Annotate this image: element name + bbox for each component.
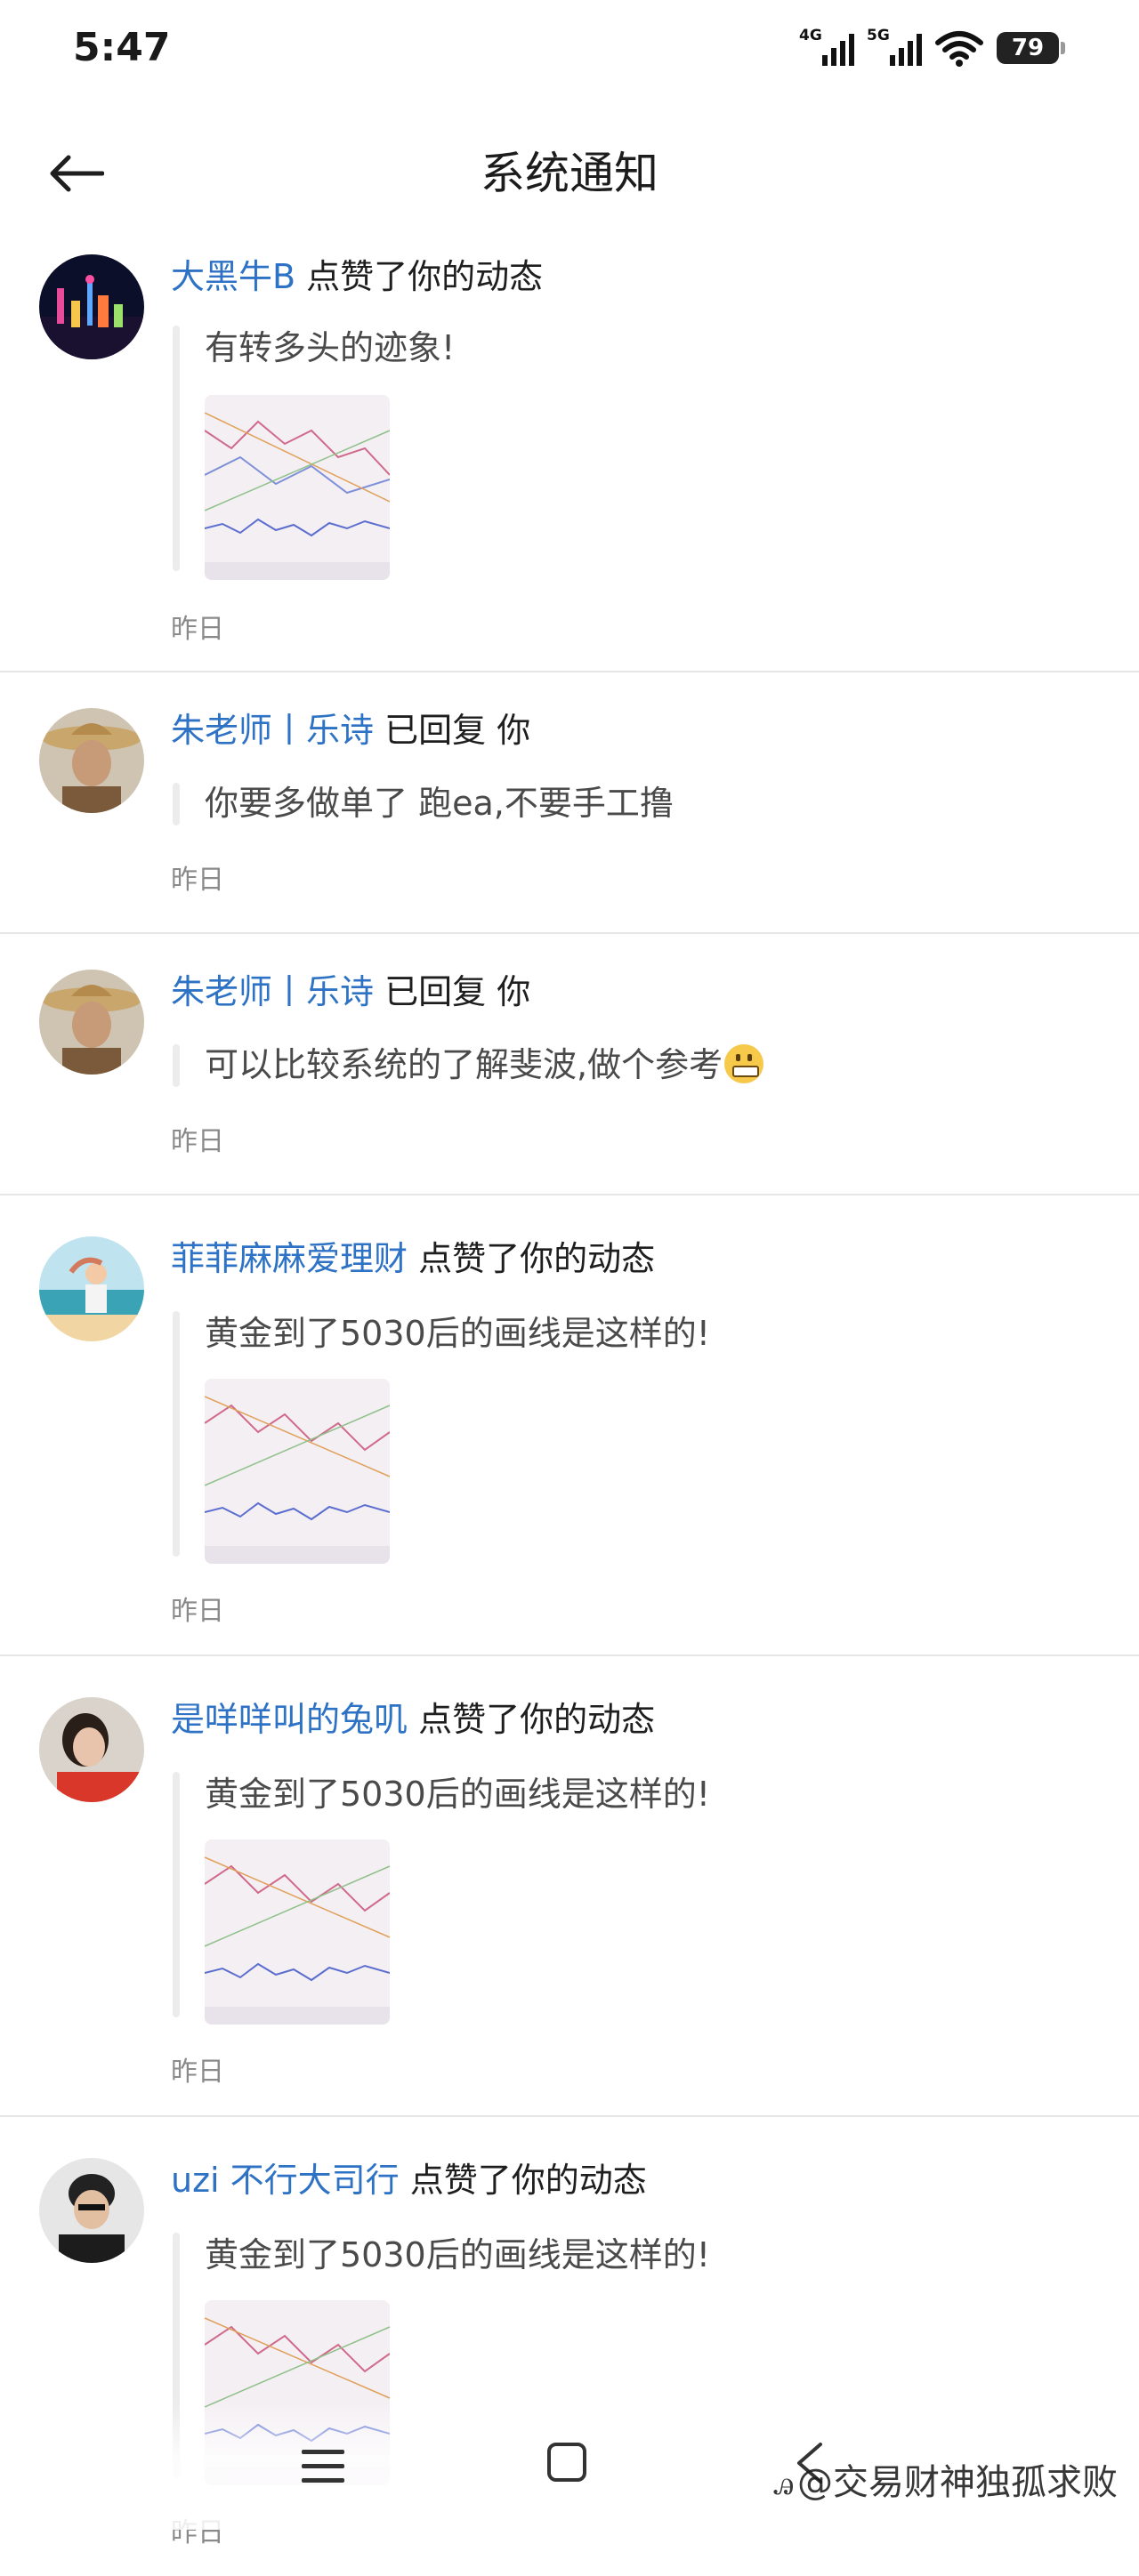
platform-logo-icon: ꭿ xyxy=(773,2463,794,2502)
notification-list: 大黑牛B 点赞了你的动态 有转多头的迹象! 昨日 朱老师丨乐诗 已回复 你 你要… xyxy=(0,240,1139,2576)
avatar[interactable] xyxy=(39,1236,144,1341)
action-text: 点赞了你的动态 xyxy=(409,2161,647,2200)
quote-text: 黄金到了5030后的画线是这样的! xyxy=(205,1775,710,1814)
username-link[interactable]: 朱老师丨乐诗 xyxy=(171,972,374,1011)
timestamp: 昨日 xyxy=(171,865,224,896)
quote-text: 你要多做单了 跑ea,不要手工撸 xyxy=(205,784,674,823)
username-link[interactable]: 朱老师丨乐诗 xyxy=(171,711,374,750)
quote-bar xyxy=(173,1311,180,1557)
header: 系统通知 xyxy=(0,125,1139,222)
system-navigation-bar: ꭿ @交易财神独孤求败 xyxy=(0,2402,1139,2530)
timestamp: 昨日 xyxy=(171,2057,224,2088)
action-text: 点赞了你的动态 xyxy=(418,1239,656,1278)
home-square-icon[interactable] xyxy=(545,2441,588,2483)
avatar[interactable] xyxy=(39,970,144,1075)
notification-item[interactable]: 是咩咩叫的兔叽 点赞了你的动态 黄金到了5030后的画线是这样的! 昨日 xyxy=(0,1656,1139,2117)
watermark: ꭿ @交易财神独孤求败 xyxy=(773,2462,1118,2503)
chart-thumbnail[interactable] xyxy=(205,1839,390,2025)
avatar[interactable] xyxy=(39,254,144,359)
quote-text: 可以比较系统的了解斐波,做个参考 xyxy=(205,1042,764,1087)
action-text: 点赞了你的动态 xyxy=(306,257,544,296)
quote-bar xyxy=(173,326,180,571)
grimace-emoji-icon xyxy=(724,1044,764,1083)
status-bar: 5:47 4G 5G 79 xyxy=(0,0,1139,98)
timestamp: 昨日 xyxy=(171,1126,224,1157)
signal-4g-icon: 4G xyxy=(799,27,854,69)
wifi-icon xyxy=(935,31,983,67)
notification-item[interactable]: 朱老师丨乐诗 已回复 你 你要多做单了 跑ea,不要手工撸 昨日 xyxy=(0,672,1139,934)
status-time: 5:47 xyxy=(73,25,171,70)
username-link[interactable]: uzi 不行大司行 xyxy=(171,2161,400,2200)
avatar[interactable] xyxy=(39,708,144,813)
username-link[interactable]: 大黑牛B xyxy=(171,257,295,296)
notification-item[interactable]: 大黑牛B 点赞了你的动态 有转多头的迹象! 昨日 xyxy=(0,240,1139,672)
timestamp: 昨日 xyxy=(171,614,224,645)
username-link[interactable]: 菲菲麻麻爱理财 xyxy=(171,1239,408,1278)
avatar[interactable] xyxy=(39,2158,144,2263)
avatar[interactable] xyxy=(39,1697,144,1802)
notification-item[interactable]: 朱老师丨乐诗 已回复 你 可以比较系统的了解斐波,做个参考 昨日 xyxy=(0,934,1139,1195)
quote-text: 有转多头的迹象! xyxy=(205,328,456,367)
signal-5g-icon: 5G xyxy=(867,27,922,69)
battery-icon: 79 xyxy=(997,32,1065,64)
status-icons: 4G 5G 79 xyxy=(799,23,1065,73)
username-link[interactable]: 是咩咩叫的兔叽 xyxy=(171,1700,408,1739)
chart-thumbnail[interactable] xyxy=(205,1379,390,1564)
quote-bar xyxy=(173,1772,180,2017)
chart-thumbnail[interactable] xyxy=(205,395,390,580)
action-text: 已回复 你 xyxy=(384,972,531,1011)
quote-bar xyxy=(173,1044,180,1087)
page-title: 系统通知 xyxy=(481,148,658,199)
action-text: 点赞了你的动态 xyxy=(418,1700,656,1739)
quote-text: 黄金到了5030后的画线是这样的! xyxy=(205,1314,710,1353)
quote-text: 黄金到了5030后的画线是这样的! xyxy=(205,2235,710,2274)
menu-icon[interactable] xyxy=(298,2444,348,2489)
notification-item[interactable]: 菲菲麻麻爱理财 点赞了你的动态 黄金到了5030后的画线是这样的! 昨日 xyxy=(0,1195,1139,1656)
quote-bar xyxy=(173,783,180,825)
timestamp: 昨日 xyxy=(171,1596,224,1627)
action-text: 已回复 你 xyxy=(384,711,531,750)
